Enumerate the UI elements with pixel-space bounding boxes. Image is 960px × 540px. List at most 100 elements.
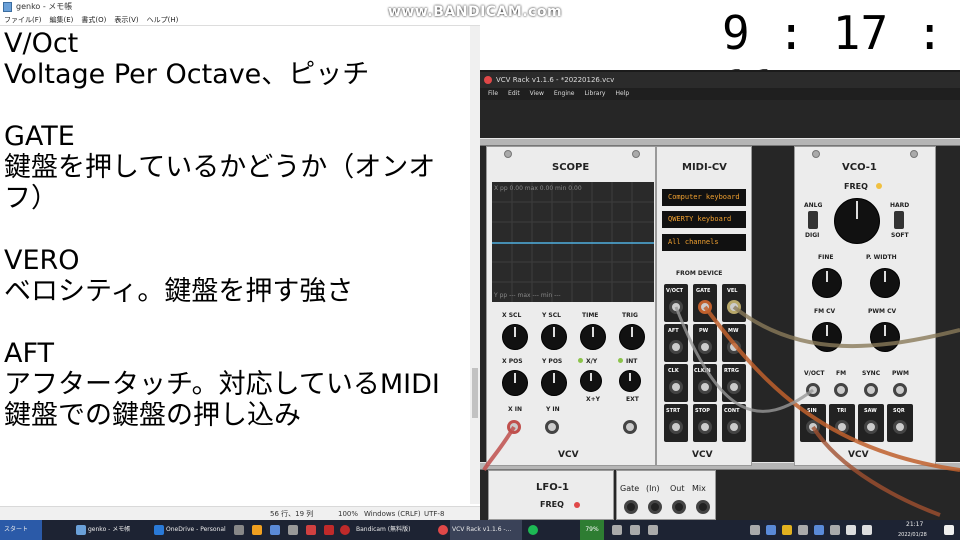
taskbar-item-onedrive[interactable]: OneDrive - Personal bbox=[166, 520, 228, 540]
y-in-jack[interactable] bbox=[545, 420, 559, 434]
screw-icon bbox=[504, 150, 512, 158]
y-pos-knob[interactable] bbox=[541, 370, 567, 396]
trig-source-button[interactable] bbox=[619, 370, 641, 392]
spotify-icon[interactable] bbox=[528, 525, 538, 535]
vcv-menu-edit[interactable]: Edit bbox=[508, 88, 520, 100]
pulse-width-knob[interactable] bbox=[870, 268, 900, 298]
tray-icon[interactable] bbox=[814, 525, 824, 535]
hard-soft-switch[interactable] bbox=[894, 211, 904, 229]
analog-digital-switch[interactable] bbox=[808, 211, 818, 229]
vco-1-title: VCO-1 bbox=[842, 162, 877, 173]
label-out-sin: SIN bbox=[807, 408, 817, 414]
vcv-logo: VCV bbox=[692, 450, 713, 460]
from-device-label: FROM DEVICE bbox=[676, 270, 723, 277]
notepad-title: genko - メモ帳 bbox=[16, 2, 73, 11]
vel-out-jack[interactable] bbox=[727, 300, 741, 314]
fm-in-jack[interactable] bbox=[834, 383, 848, 397]
stop-out-jack[interactable] bbox=[698, 420, 712, 434]
gate-label: Gate bbox=[620, 484, 640, 493]
x-pos-knob[interactable] bbox=[502, 370, 528, 396]
saw-out-jack[interactable] bbox=[864, 420, 878, 434]
app-icon[interactable] bbox=[648, 525, 658, 535]
xy-mode-button[interactable] bbox=[580, 370, 602, 392]
app-icon[interactable] bbox=[324, 525, 334, 535]
gate-in-jack[interactable] bbox=[624, 500, 638, 514]
sync-in-jack[interactable] bbox=[864, 383, 878, 397]
volume-icon[interactable] bbox=[846, 525, 856, 535]
pwm-cv-knob[interactable] bbox=[870, 322, 900, 352]
notepad-status-bar: 56 行、19 列 100% Windows (CRLF) UTF-8 bbox=[0, 506, 480, 520]
app-icon[interactable] bbox=[612, 525, 622, 535]
wifi-icon[interactable] bbox=[830, 525, 840, 535]
taskbar-item-bandicam[interactable]: Bandicam (無料版) bbox=[356, 520, 432, 540]
midi-channel-select[interactable]: All channels bbox=[662, 234, 746, 251]
aft-out-jack[interactable] bbox=[669, 340, 683, 354]
clkn-out-jack[interactable] bbox=[698, 380, 712, 394]
strt-out-jack[interactable] bbox=[669, 420, 683, 434]
tray-icon[interactable] bbox=[798, 525, 808, 535]
vcv-menu-help[interactable]: Help bbox=[615, 88, 629, 100]
vcv-logo-icon bbox=[484, 76, 492, 84]
rtrg-out-jack[interactable] bbox=[727, 380, 741, 394]
in-jack[interactable] bbox=[648, 500, 662, 514]
app-icon[interactable] bbox=[252, 525, 262, 535]
start-button[interactable]: スタート bbox=[0, 520, 42, 540]
voct-out-jack[interactable] bbox=[669, 300, 683, 314]
tray-icon[interactable] bbox=[766, 525, 776, 535]
notepad-scroll-thumb[interactable] bbox=[472, 368, 478, 418]
app-icon[interactable] bbox=[270, 525, 280, 535]
x-scale-knob[interactable] bbox=[502, 324, 528, 350]
taskbar-item-notepad[interactable]: genko - メモ帳 bbox=[88, 520, 148, 540]
midi-device-select[interactable]: QWERTY keyboard bbox=[662, 211, 746, 228]
y-scale-knob[interactable] bbox=[541, 324, 567, 350]
tray-icon[interactable] bbox=[750, 525, 760, 535]
rack-rail-top bbox=[480, 138, 960, 146]
vcv-menu-file[interactable]: File bbox=[488, 88, 498, 100]
x-in-jack[interactable] bbox=[507, 420, 521, 434]
taskbar-item-vcv[interactable]: VCV Rack v1.1.6 -... bbox=[450, 520, 522, 540]
app-icon[interactable] bbox=[306, 525, 316, 535]
tri-out-jack[interactable] bbox=[835, 420, 849, 434]
pwm-in-jack[interactable] bbox=[893, 383, 907, 397]
vcv-menu-engine[interactable]: Engine bbox=[554, 88, 575, 100]
menu-file[interactable]: ファイル(F) bbox=[4, 14, 42, 25]
mw-out-jack[interactable] bbox=[727, 340, 741, 354]
cont-out-jack[interactable] bbox=[727, 420, 741, 434]
menu-view[interactable]: 表示(V) bbox=[114, 14, 138, 25]
ext-trig-jack[interactable] bbox=[623, 420, 637, 434]
jack-label-gate: GATE bbox=[696, 288, 711, 294]
menu-help[interactable]: ヘルプ(H) bbox=[147, 14, 179, 25]
fm-cv-knob[interactable] bbox=[812, 322, 842, 352]
fine-knob[interactable] bbox=[812, 268, 842, 298]
notepad-vertical-scrollbar[interactable] bbox=[470, 26, 480, 504]
tray-icon[interactable] bbox=[782, 525, 792, 535]
label-anlg: ANLG bbox=[804, 202, 823, 209]
time-knob[interactable] bbox=[580, 324, 606, 350]
voct-in-jack[interactable] bbox=[806, 383, 820, 397]
gate-out-jack[interactable] bbox=[698, 300, 712, 314]
app-icon[interactable] bbox=[630, 525, 640, 535]
menu-format[interactable]: 書式(O) bbox=[81, 14, 106, 25]
midi-driver-select[interactable]: Computer keyboard bbox=[662, 189, 746, 206]
clk-out-jack[interactable] bbox=[669, 380, 683, 394]
vcv-task-icon bbox=[438, 525, 448, 535]
sin-out-jack[interactable] bbox=[806, 420, 820, 434]
lfo-1-module[interactable] bbox=[488, 470, 614, 520]
sqr-out-jack[interactable] bbox=[893, 420, 907, 434]
notepad-text-area[interactable]: V/Oct Voltage Per Octave、ピッチ GATE 鍵盤を押して… bbox=[4, 28, 466, 504]
notification-icon[interactable] bbox=[944, 525, 954, 535]
vcv-menu-library[interactable]: Library bbox=[585, 88, 606, 100]
freq-knob[interactable] bbox=[834, 198, 880, 244]
screw-icon bbox=[910, 150, 918, 158]
app-icon[interactable] bbox=[234, 525, 244, 535]
out-label: Out bbox=[670, 484, 685, 493]
mix-jack[interactable] bbox=[696, 500, 710, 514]
pw-out-jack[interactable] bbox=[698, 340, 712, 354]
ime-icon[interactable] bbox=[862, 525, 872, 535]
vcv-menu-view[interactable]: View bbox=[530, 88, 544, 100]
trig-knob[interactable] bbox=[619, 324, 645, 350]
out-jack[interactable] bbox=[672, 500, 686, 514]
app-icon[interactable] bbox=[288, 525, 298, 535]
taskbar-time: 21:17 bbox=[906, 521, 924, 528]
menu-edit[interactable]: 編集(E) bbox=[50, 14, 74, 25]
